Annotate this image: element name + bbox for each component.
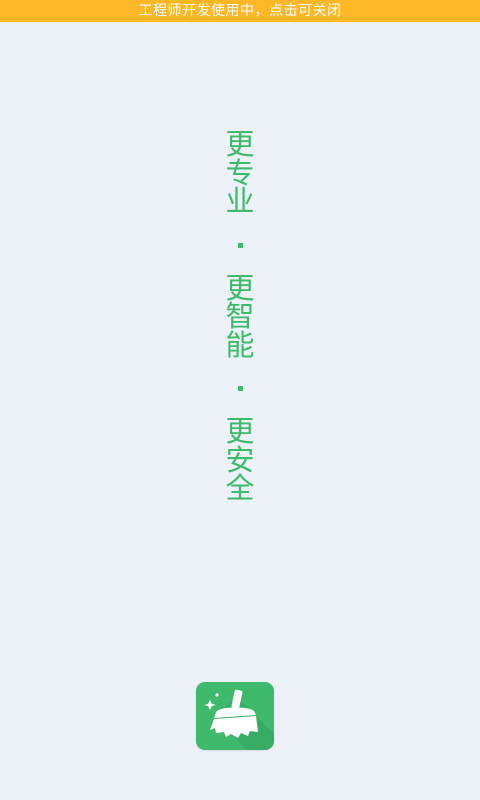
slogan-separator-dot [237, 242, 243, 248]
slogan-char: 更 [225, 414, 255, 448]
splash-screen: 更 专 业 更 智 能 更 安 全 [0, 22, 480, 800]
app-logo [196, 682, 274, 750]
slogan-char: 更 [225, 270, 255, 305]
slogan-separator-dot [237, 386, 243, 391]
slogan-group-professional: 更 专 业 [215, 130, 265, 216]
slogan-char: 专 [225, 155, 255, 190]
slogan-char: 更 [225, 127, 255, 161]
slogan-vertical: 更 专 业 更 智 能 更 安 全 [215, 130, 265, 503]
slogan-char: 能 [225, 327, 255, 362]
slogan-char: 安 [225, 442, 255, 477]
slogan-char: 智 [225, 299, 255, 333]
dev-mode-banner[interactable]: 工程师开发使用中，点击可关闭 [0, 0, 480, 22]
slogan-group-smart: 更 智 能 [215, 270, 265, 362]
slogan-char: 业 [225, 184, 255, 218]
slogan-char: 全 [225, 471, 255, 505]
broom-cleaner-icon [204, 689, 274, 750]
slogan-group-secure: 更 安 全 [215, 417, 265, 503]
